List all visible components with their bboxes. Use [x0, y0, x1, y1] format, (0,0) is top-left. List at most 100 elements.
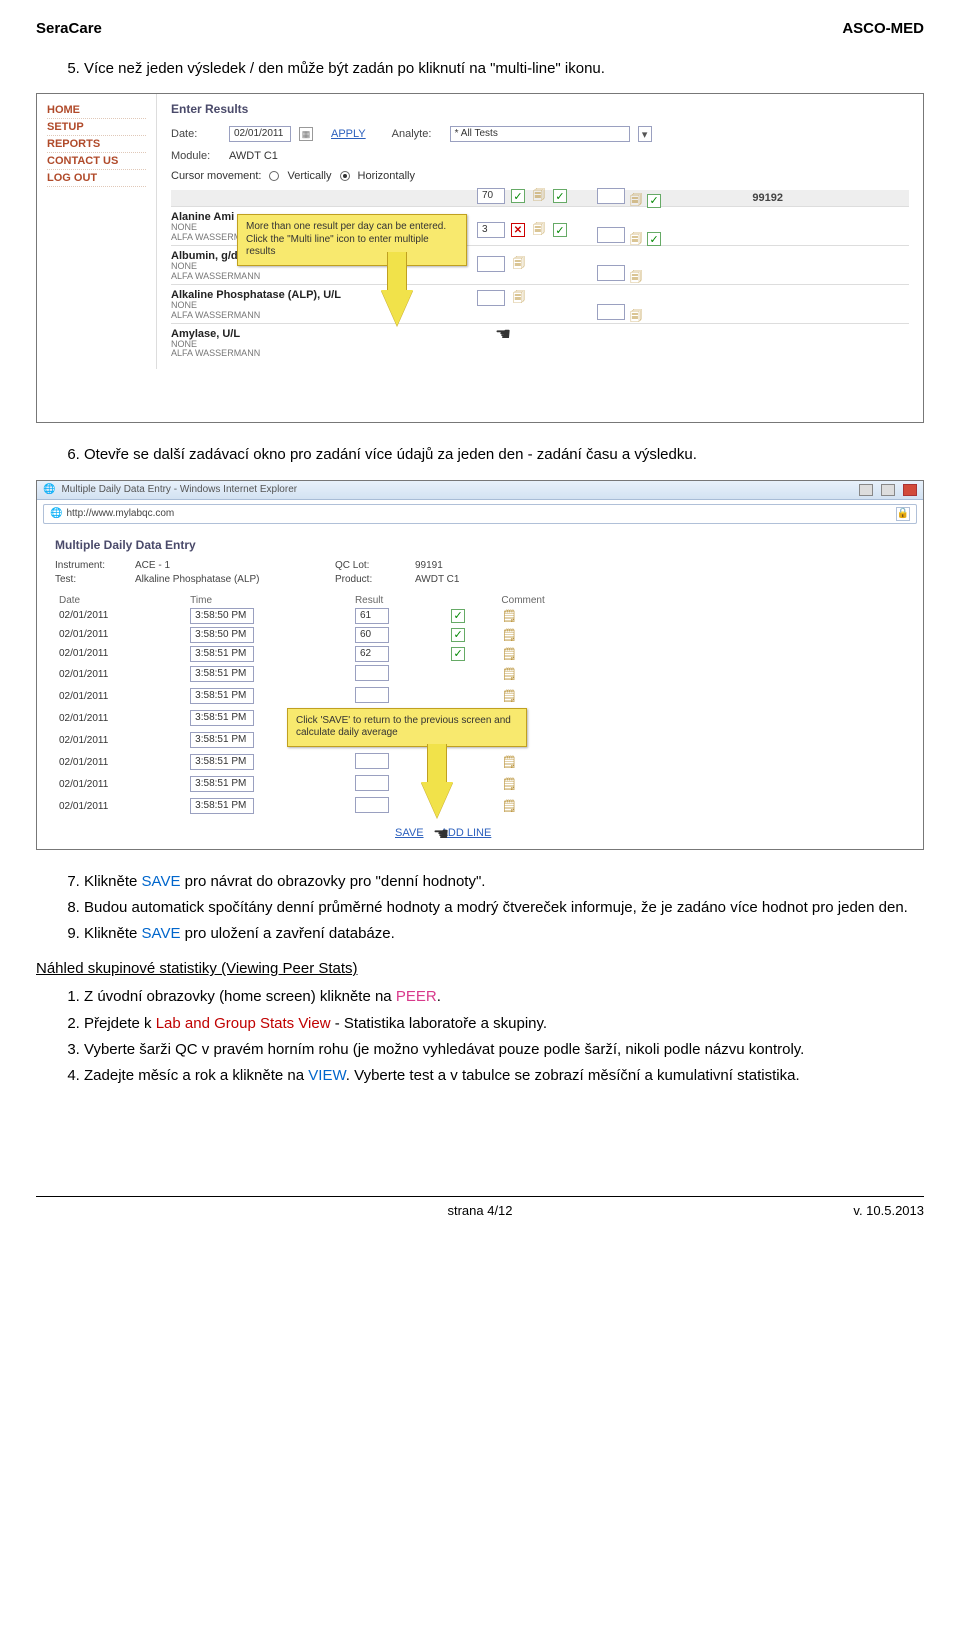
time-input[interactable]: 3:58:51 PM — [190, 646, 254, 662]
apply-link[interactable]: APPLY — [331, 128, 366, 140]
comment-icon[interactable]: 🗒 — [501, 647, 517, 661]
result-input[interactable]: 60 — [355, 627, 389, 643]
result-input[interactable] — [597, 188, 625, 204]
qclot-label: QC Lot: — [335, 560, 415, 571]
col-date: Date — [55, 593, 186, 608]
nav-logout[interactable]: LOG OUT — [47, 170, 146, 187]
time-input[interactable]: 3:58:50 PM — [190, 627, 254, 643]
nav-home[interactable]: HOME — [47, 102, 146, 119]
time-input[interactable]: 3:58:51 PM — [190, 688, 254, 704]
result-input[interactable]: 62 — [355, 646, 389, 662]
nav-contact[interactable]: CONTACT US — [47, 153, 146, 170]
nav-setup[interactable]: SETUP — [47, 119, 146, 136]
result-input[interactable]: 3 — [477, 222, 505, 238]
result-input[interactable] — [597, 265, 625, 281]
cursor-movement-label: Cursor movement: — [171, 170, 261, 182]
step-7: Klikněte SAVE pro návrat do obrazovky pr… — [84, 872, 924, 892]
test-label: Test: — [55, 574, 135, 585]
lab-group-stats: Lab and Group Stats View — [156, 1015, 331, 1032]
analyte-sub: NONE — [171, 340, 909, 350]
time-input[interactable]: 3:58:51 PM — [190, 776, 254, 792]
chevron-down-icon[interactable]: ▾ — [638, 126, 652, 142]
minimize-button[interactable] — [859, 484, 873, 496]
comment-icon[interactable]: 🗒 — [501, 689, 517, 703]
time-input[interactable]: 3:58:51 PM — [190, 732, 254, 748]
globe-icon: 🌐 — [50, 508, 62, 519]
result-input[interactable] — [355, 775, 389, 791]
lock-icon: 🔒 — [896, 507, 910, 521]
multiline-icon[interactable]: 🗐 — [628, 195, 644, 209]
result-input[interactable] — [477, 290, 505, 306]
date-input[interactable]: 02/01/2011 — [229, 126, 291, 142]
result-input[interactable] — [355, 753, 389, 769]
step-9: Klikněte SAVE pro uložení a zavření data… — [84, 924, 924, 944]
multiline-icon[interactable]: 🗐 — [628, 233, 644, 247]
comment-icon[interactable]: 🗒 — [501, 609, 517, 623]
result-input[interactable] — [355, 797, 389, 813]
result-input[interactable] — [597, 227, 625, 243]
cell-date: 02/01/2011 — [55, 687, 186, 709]
cell-date: 02/01/2011 — [55, 627, 186, 646]
check-icon: ✓ — [451, 628, 465, 642]
url-field[interactable]: http://www.mylabqc.com — [66, 508, 174, 519]
time-input[interactable]: 3:58:51 PM — [190, 710, 254, 726]
section-heading: Náhled skupinové statistiky (Viewing Pee… — [36, 960, 924, 977]
product-value: AWDT C1 — [415, 574, 535, 585]
multiline-icon[interactable]: 🗐 — [531, 189, 547, 203]
result-input[interactable]: 70 — [477, 188, 505, 204]
save-word: SAVE — [142, 873, 181, 890]
comment-icon[interactable]: 🗒 — [501, 799, 517, 813]
radio-horizontally-label: Horizontally — [358, 170, 415, 182]
peer-step-1: Z úvodní obrazovky (home screen) kliknět… — [84, 987, 924, 1007]
comment-icon[interactable]: 🗒 — [501, 667, 517, 681]
cell-date: 02/01/2011 — [55, 646, 186, 665]
table-row: 02/01/20113:58:51 PM🗒 — [55, 797, 615, 819]
step-6: Otevře se další zadávací okno pro zadání… — [84, 445, 924, 465]
multiline-icon[interactable]: 🗐 — [531, 223, 547, 237]
check-icon: ✓ — [451, 609, 465, 623]
result-input[interactable] — [355, 665, 389, 681]
cell-date: 02/01/2011 — [55, 665, 186, 687]
time-input[interactable]: 3:58:51 PM — [190, 754, 254, 770]
time-input[interactable]: 3:58:51 PM — [190, 666, 254, 682]
result-input[interactable] — [355, 687, 389, 703]
comment-icon[interactable]: 🗒 — [501, 628, 517, 642]
result-input[interactable]: 61 — [355, 608, 389, 624]
table-row: 02/01/20113:58:51 PM🗒 — [55, 775, 615, 797]
multiline-icon[interactable]: 🗐 — [511, 257, 527, 271]
maximize-button[interactable] — [881, 484, 895, 496]
comment-icon[interactable]: 🗒 — [501, 777, 517, 791]
save-link[interactable]: SAVE — [395, 827, 424, 839]
table-row: 02/01/20113:58:51 PM62✓🗒 — [55, 646, 615, 665]
tooltip-save: Click 'SAVE' to return to the previous s… — [287, 708, 527, 747]
multiline-icon[interactable]: 🗐 — [628, 272, 644, 286]
result-input[interactable] — [597, 304, 625, 320]
module-label: Module: — [171, 150, 221, 162]
multiline-icon[interactable]: 🗐 — [511, 291, 527, 305]
check-icon: ✓ — [553, 189, 567, 203]
ie-icon: 🌐 — [43, 484, 55, 495]
arrow-stem — [387, 252, 407, 292]
nav-reports[interactable]: REPORTS — [47, 136, 146, 153]
window-title: Multiple Daily Data Entry - Windows Inte… — [61, 484, 851, 495]
radio-horizontally[interactable] — [340, 171, 350, 181]
cell-date: 02/01/2011 — [55, 753, 186, 775]
radio-vertically[interactable] — [269, 171, 279, 181]
time-input[interactable]: 3:58:51 PM — [190, 798, 254, 814]
time-input[interactable]: 3:58:50 PM — [190, 608, 254, 624]
arrow-down-icon — [381, 290, 413, 326]
calendar-icon[interactable]: ▦ — [299, 127, 313, 141]
view-word: VIEW — [308, 1067, 346, 1084]
result-input[interactable] — [477, 256, 505, 272]
sidebar: HOME SETUP REPORTS CONTACT US LOG OUT — [37, 94, 157, 369]
multiline-icon[interactable]: 🗐 — [628, 310, 644, 324]
cross-icon: ✕ — [511, 223, 525, 237]
peer-step-4: Zadejte měsíc a rok a klikněte na VIEW. … — [84, 1066, 924, 1086]
close-button[interactable] — [903, 484, 917, 496]
analyte-select[interactable]: * All Tests — [450, 126, 630, 142]
analyte-sub2: ALFA WASSERMANN — [171, 349, 909, 359]
text: - Statistika laboratoře a skupiny. — [331, 1015, 548, 1032]
cursor-icon: ☚ — [433, 824, 449, 845]
comment-icon[interactable]: 🗒 — [501, 755, 517, 769]
module-value: AWDT C1 — [229, 150, 278, 162]
